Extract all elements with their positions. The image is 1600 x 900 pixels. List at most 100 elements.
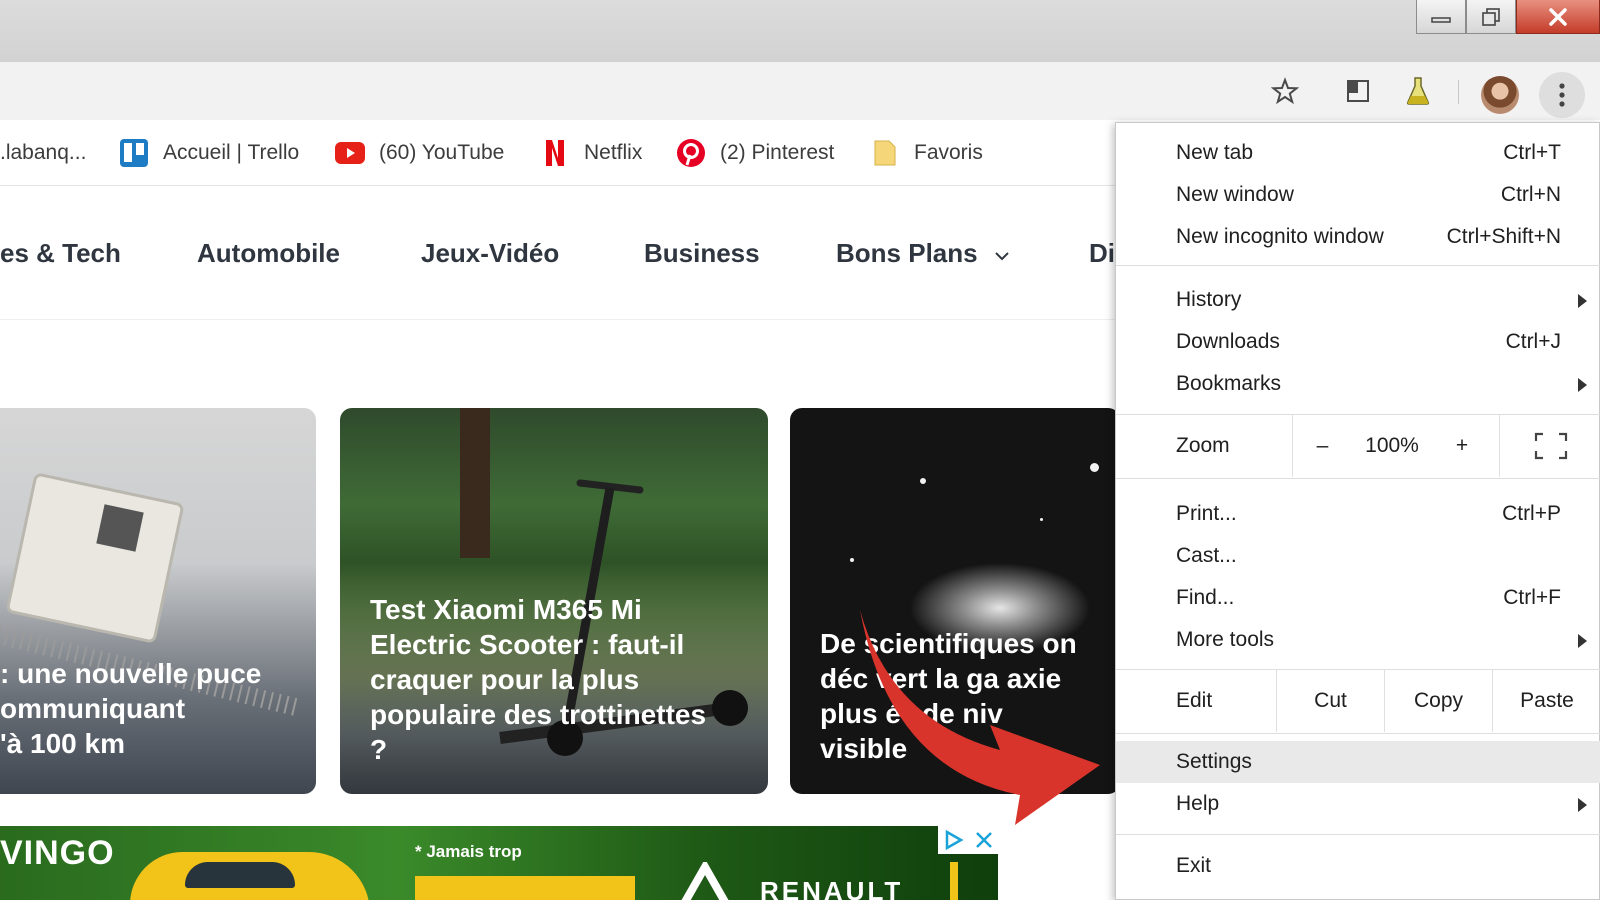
menu-shortcut: Ctrl+P — [1502, 502, 1561, 525]
menu-settings[interactable]: Settings — [1116, 741, 1600, 783]
youtube-icon — [335, 138, 365, 168]
edit-label: Edit — [1176, 689, 1213, 712]
ad-brand: VINGO — [0, 834, 115, 872]
zoom-in-button[interactable]: + — [1432, 415, 1492, 477]
menu-downloads[interactable]: Downloads Ctrl+J — [1116, 321, 1600, 363]
bookmark-pinterest[interactable]: (2) Pinterest — [676, 120, 834, 186]
labs-button[interactable] — [1403, 76, 1433, 106]
chrome-main-menu: New tab Ctrl+T New window Ctrl+N New inc… — [1115, 122, 1600, 900]
menu-new-tab[interactable]: New tab Ctrl+T — [1116, 132, 1600, 174]
card-title-line: Electric Scooter : faut-il — [370, 629, 685, 660]
restore-button[interactable] — [1466, 0, 1516, 34]
ad-tagline: * Jamais trop — [415, 842, 522, 861]
renault-logo-icon — [681, 862, 729, 900]
menu-new-incognito-window[interactable]: New incognito window Ctrl+Shift+N — [1116, 216, 1600, 258]
bookmark-label: Accueil | Trello — [163, 141, 300, 164]
ad-yellow-block — [415, 876, 635, 900]
star-dot — [1040, 518, 1043, 521]
bookmark-label: Favoris — [914, 141, 983, 164]
paste-button[interactable]: Paste — [1492, 670, 1600, 732]
nav-bons-plans-label: Bons Plans — [836, 238, 978, 268]
menu-divider — [1116, 265, 1600, 266]
copy-button[interactable]: Copy — [1384, 670, 1492, 732]
menu-shortcut: Ctrl+T — [1503, 141, 1561, 164]
chrome-menu-button[interactable] — [1539, 72, 1585, 118]
bookmark-label: (2) Pinterest — [720, 141, 835, 164]
window-title-bar — [0, 0, 1600, 62]
pinterest-icon — [676, 138, 706, 168]
menu-help[interactable]: Help — [1116, 783, 1600, 825]
ad-car-window — [185, 862, 295, 888]
menu-label: Help — [1176, 792, 1220, 815]
bookmark-label: (60) YouTube — [379, 141, 505, 164]
nav-automobile[interactable]: Automobile — [197, 238, 340, 269]
bookmark-label: .labanq... — [0, 141, 87, 164]
star-icon — [1271, 77, 1299, 105]
article-card-chip[interactable]: : une nouvelle puce ommuniquant 'à 100 k… — [0, 408, 316, 794]
submenu-arrow-icon — [1578, 798, 1587, 812]
menu-shortcut: Ctrl+J — [1505, 330, 1561, 353]
menu-bookmarks[interactable]: Bookmarks — [1116, 363, 1600, 405]
chevron-down-icon — [995, 252, 1009, 261]
menu-divider — [1116, 733, 1600, 734]
menu-print[interactable]: Print... Ctrl+P — [1116, 493, 1600, 535]
menu-label: More tools — [1176, 628, 1275, 651]
menu-zoom-row: Zoom – 100% + — [1116, 415, 1600, 477]
card-title-line: ommuniquant — [0, 693, 186, 724]
menu-edit-row: Edit Cut Copy Paste — [1116, 670, 1600, 732]
toolbar-separator — [1458, 80, 1459, 104]
browser-toolbar — [0, 62, 1600, 120]
menu-find[interactable]: Find... Ctrl+F — [1116, 577, 1600, 619]
menu-exit[interactable]: Exit — [1116, 845, 1600, 887]
menu-shortcut: Ctrl+F — [1503, 586, 1561, 609]
menu-cast[interactable]: Cast... — [1116, 535, 1600, 577]
nav-bons-plans[interactable]: Bons Plans — [836, 238, 1011, 269]
menu-label: Find... — [1176, 586, 1235, 609]
nav-sciences-tech[interactable]: es & Tech — [0, 238, 121, 269]
menu-label: Exit — [1176, 854, 1212, 877]
bookmark-star-button[interactable] — [1270, 76, 1300, 106]
fullscreen-icon — [1534, 432, 1567, 460]
menu-shortcut: Ctrl+Shift+N — [1446, 225, 1561, 248]
menu-new-window[interactable]: New window Ctrl+N — [1116, 174, 1600, 216]
cut-button[interactable]: Cut — [1276, 670, 1384, 732]
nav-jeux-video[interactable]: Jeux-Vidéo — [421, 238, 559, 269]
extension-button[interactable] — [1343, 76, 1373, 106]
profile-avatar[interactable] — [1481, 76, 1519, 114]
ad-accent-bar — [950, 862, 958, 900]
nav-business[interactable]: Business — [644, 238, 760, 269]
zoom-level: 100% — [1365, 434, 1419, 457]
netflix-icon — [540, 138, 570, 168]
menu-label: History — [1176, 288, 1242, 311]
flask-icon — [1406, 77, 1430, 105]
nav-divers[interactable]: Di — [1089, 238, 1115, 269]
zoom-out-button[interactable]: – — [1292, 415, 1352, 477]
menu-divider — [1116, 834, 1600, 835]
minimize-icon — [1431, 16, 1451, 23]
bookmark-labanque[interactable]: .labanq... — [0, 120, 86, 186]
bookmark-youtube[interactable]: (60) YouTube — [335, 120, 504, 186]
menu-label: Settings — [1176, 750, 1252, 773]
menu-label: Bookmarks — [1176, 372, 1282, 395]
bookmark-favoris[interactable]: Favoris — [870, 120, 983, 186]
menu-more-tools[interactable]: More tools — [1116, 619, 1600, 661]
fullscreen-button[interactable] — [1499, 415, 1600, 477]
bookmark-trello[interactable]: Accueil | Trello — [119, 120, 299, 186]
menu-history[interactable]: History — [1116, 279, 1600, 321]
card-title-line: 'à 100 km — [0, 728, 125, 759]
minimize-button[interactable] — [1416, 0, 1466, 34]
article-card-scooter[interactable]: Test Xiaomi M365 Mi Electric Scooter : f… — [340, 408, 768, 794]
ad-renault-text: RENAULT — [760, 876, 904, 900]
submenu-arrow-icon — [1578, 378, 1587, 392]
restore-icon — [1482, 7, 1500, 26]
close-window-button[interactable] — [1516, 0, 1600, 34]
star-dot — [1090, 463, 1099, 472]
window-controls — [1416, 0, 1600, 34]
bookmark-netflix[interactable]: Netflix — [540, 120, 642, 186]
bookmark-label: Netflix — [584, 141, 643, 164]
close-icon — [1549, 7, 1567, 26]
menu-label: New incognito window — [1176, 225, 1384, 248]
ad-banner[interactable]: VINGO * Jamais trop RENAULT — [0, 826, 998, 900]
menu-label: Cast... — [1176, 544, 1237, 567]
card-title-line: populaire des trottinettes — [370, 699, 707, 730]
